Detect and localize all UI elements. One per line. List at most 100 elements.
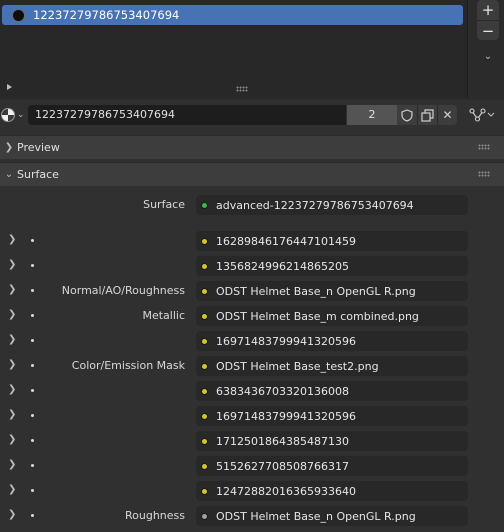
color-socket-icon	[201, 262, 208, 270]
material-slot-area: 12237279786753407694 + − ⌄	[0, 0, 504, 100]
input-value: ODST Helmet Base_test2.png	[216, 359, 379, 373]
preview-panel-title: Preview	[17, 141, 60, 154]
input-value: ODST Helmet Base_m combined.png	[216, 309, 419, 323]
input-value: ODST Helmet Base_n OpenGL R.png	[216, 509, 416, 523]
socket-dot-icon	[31, 464, 34, 467]
chevron-right-icon[interactable]: ❯	[8, 459, 16, 470]
close-icon: ✕	[442, 108, 453, 122]
input-value: 1356824996214865205	[216, 259, 349, 273]
input-link-field[interactable]: 5152627708508766317	[196, 456, 468, 476]
shield-icon	[401, 108, 413, 122]
input-label: Roughness	[124, 509, 185, 522]
preview-panel-header[interactable]: ❯ Preview	[0, 135, 504, 159]
input-row: ❯ 1712501864385487130	[0, 431, 504, 451]
socket-dot-icon	[31, 364, 34, 367]
input-link-field[interactable]: ODST Helmet Base_n OpenGL R.png	[196, 281, 468, 301]
input-link-field[interactable]: 1712501864385487130	[196, 431, 468, 451]
color-socket-icon	[201, 387, 208, 395]
surface-shader-field[interactable]: advanced-12237279786753407694	[196, 195, 468, 215]
material-users-count[interactable]: 2	[347, 105, 397, 125]
input-row: ❯ 1356824996214865205	[0, 256, 504, 276]
input-link-field[interactable]: 16289846176447101459	[196, 231, 468, 251]
input-row: ❯ 16971483799941320596	[0, 331, 504, 351]
input-row: ❯ 16971483799941320596	[0, 406, 504, 426]
color-socket-icon	[201, 512, 208, 520]
socket-dot-icon	[31, 414, 34, 417]
fake-user-button[interactable]	[397, 105, 417, 125]
surface-panel-header[interactable]: ⌄ Surface	[0, 162, 504, 186]
surface-shader-row: Surface advanced-12237279786753407694	[0, 195, 504, 215]
shader-socket-icon	[201, 201, 208, 209]
color-socket-icon	[201, 487, 208, 495]
chevron-right-icon[interactable]: ❯	[8, 334, 16, 345]
node-tree-button[interactable]	[466, 105, 498, 125]
socket-dot-icon	[31, 439, 34, 442]
chevron-right-icon[interactable]: ❯	[8, 234, 16, 245]
chevron-down-icon: ⌄	[483, 50, 493, 62]
input-value: 16971483799941320596	[216, 409, 356, 423]
input-value: 12472882016365933640	[216, 484, 356, 498]
input-link-field[interactable]: 6383436703320136008	[196, 381, 468, 401]
input-link-field[interactable]: ODST Helmet Base_m combined.png	[196, 306, 468, 326]
color-socket-icon	[201, 337, 208, 345]
input-label: Normal/AO/Roughness	[61, 284, 185, 297]
chevron-right-icon[interactable]: ❯	[8, 409, 16, 420]
unlink-material-button[interactable]: ✕	[437, 105, 457, 125]
input-row: ❯ 6383436703320136008	[0, 381, 504, 401]
duplicate-material-button[interactable]	[417, 105, 437, 125]
remove-slot-button[interactable]: −	[477, 20, 499, 40]
input-row: ❯ 12472882016365933640	[0, 481, 504, 501]
chevron-right-icon[interactable]: ❯	[8, 259, 16, 270]
chevron-right-icon[interactable]: ❯	[8, 434, 16, 445]
chevron-right-icon[interactable]: ❯	[8, 359, 16, 370]
color-socket-icon	[201, 312, 208, 320]
material-slot-item[interactable]: 12237279786753407694	[2, 5, 463, 25]
browse-material-button[interactable]: ⌄	[0, 105, 26, 125]
input-label: Color/Emission Mask	[71, 359, 185, 372]
input-link-field[interactable]: 12472882016365933640	[196, 481, 468, 501]
socket-dot-icon	[31, 489, 34, 492]
socket-dot-icon	[31, 239, 34, 242]
chevron-right-icon[interactable]: ❯	[8, 309, 16, 320]
chevron-right-icon: ❯	[4, 142, 14, 153]
color-socket-icon	[201, 362, 208, 370]
color-socket-icon	[201, 287, 208, 295]
input-row: ❯ Roughness ODST Helmet Base_n OpenGL R.pn…	[0, 506, 504, 526]
material-name-field[interactable]: 12237279786753407694	[28, 105, 346, 125]
slot-specials-button[interactable]: ⌄	[477, 45, 499, 67]
input-link-field[interactable]: 16971483799941320596	[196, 331, 468, 351]
material-slot-label: 12237279786753407694	[33, 8, 180, 22]
duplicate-icon	[421, 108, 434, 122]
chevron-down-icon: ⌄	[4, 169, 14, 180]
input-value: 6383436703320136008	[216, 384, 349, 398]
color-socket-icon	[201, 412, 208, 420]
chevron-right-icon[interactable]: ❯	[8, 509, 16, 520]
color-socket-icon	[201, 237, 208, 245]
input-link-field[interactable]: ODST Helmet Base_n OpenGL R.png	[196, 506, 468, 526]
material-selector-bar: ⌄ 12237279786753407694 2 ✕	[0, 103, 504, 127]
node-tree-icon	[469, 108, 495, 122]
socket-dot-icon	[31, 289, 34, 292]
chevron-right-icon[interactable]: ❯	[8, 284, 16, 295]
surface-panel-body: Surface advanced-12237279786753407694 ❯ 1…	[0, 186, 504, 532]
list-expand-icon[interactable]	[7, 84, 12, 90]
slot-buttons: + −	[477, 0, 499, 40]
material-sphere-icon	[1, 108, 15, 122]
input-value: 16289846176447101459	[216, 234, 356, 248]
material-slot-list[interactable]: 12237279786753407694	[0, 0, 468, 98]
add-slot-button[interactable]: +	[477, 0, 499, 20]
color-socket-icon	[201, 437, 208, 445]
surface-shader-value: advanced-12237279786753407694	[216, 198, 414, 212]
chevron-down-icon: ⌄	[17, 110, 25, 120]
input-row: ❯ 16289846176447101459	[0, 231, 504, 251]
panel-drag-grip[interactable]	[478, 144, 490, 150]
input-value: ODST Helmet Base_n OpenGL R.png	[216, 284, 416, 298]
input-link-field[interactable]: 1356824996214865205	[196, 256, 468, 276]
list-resize-grip[interactable]	[236, 86, 248, 92]
panel-drag-grip[interactable]	[478, 171, 490, 177]
chevron-right-icon[interactable]: ❯	[8, 484, 16, 495]
input-link-field[interactable]: ODST Helmet Base_test2.png	[196, 356, 468, 376]
input-link-field[interactable]: 16971483799941320596	[196, 406, 468, 426]
input-value: 16971483799941320596	[216, 334, 356, 348]
chevron-right-icon[interactable]: ❯	[8, 384, 16, 395]
